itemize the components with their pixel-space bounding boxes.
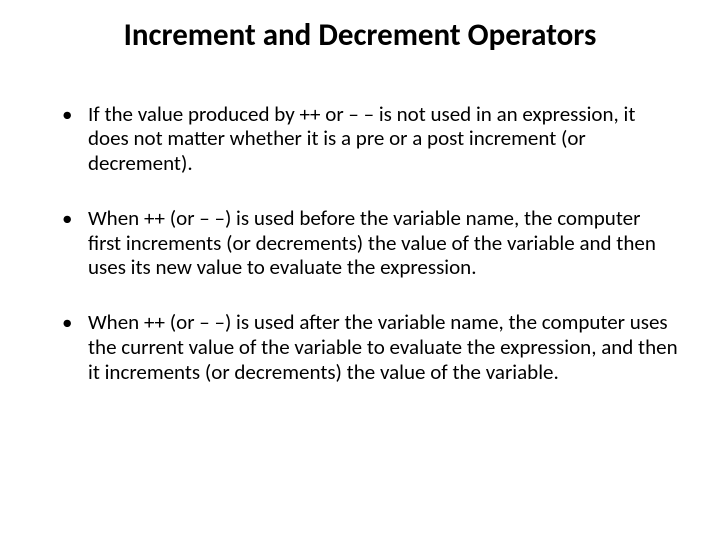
bullet-list: If the value produced by ++ or – – is no… [32,102,688,385]
list-item: When ++ (or – –) is used before the vari… [62,206,678,280]
list-item: If the value produced by ++ or – – is no… [62,102,678,176]
page-title: Increment and Decrement Operators [32,18,688,54]
list-item: When ++ (or – –) is used after the varia… [62,310,678,384]
slide: Increment and Decrement Operators If the… [0,0,720,540]
